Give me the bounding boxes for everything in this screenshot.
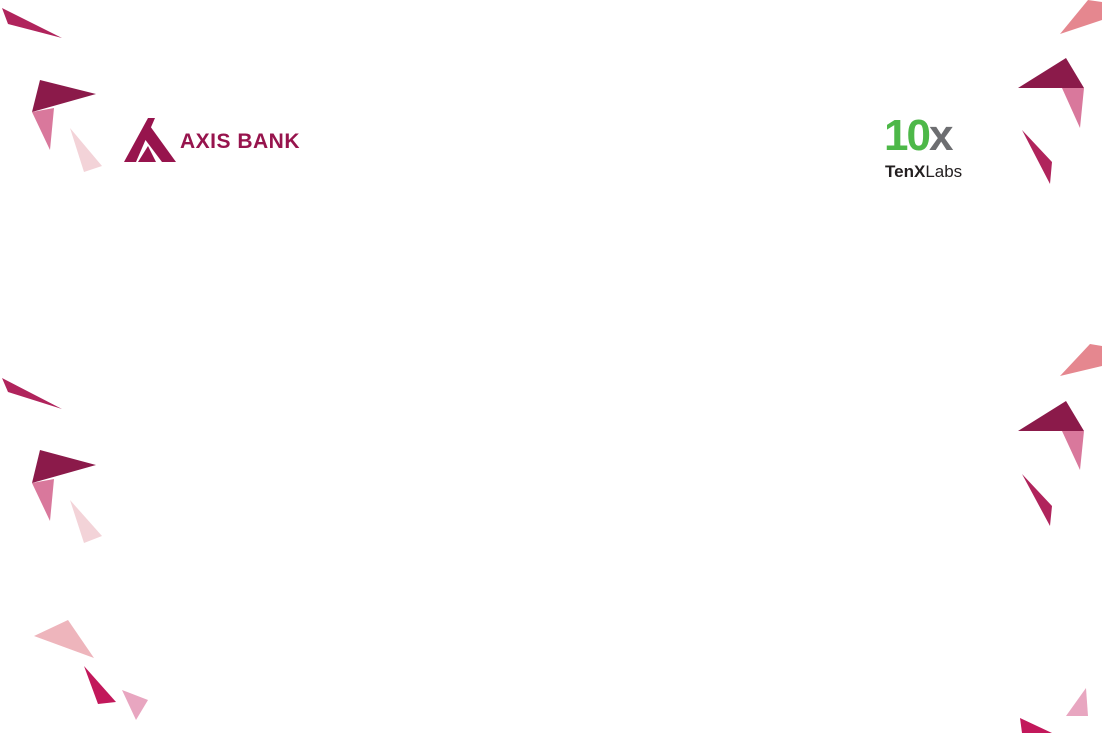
triangle-shard	[1066, 688, 1088, 716]
triangle-shard	[32, 80, 96, 112]
triangle-shard	[2, 378, 62, 409]
triangle-shard	[32, 450, 96, 483]
triangle-shard	[1022, 474, 1052, 526]
triangle-shard	[122, 690, 148, 720]
triangle-shard	[70, 500, 102, 543]
decorative-triangles	[2, 0, 1102, 733]
tenx-mark-digits: 10	[884, 111, 931, 160]
triangle-shard	[32, 479, 54, 521]
axis-bank-wordmark: AXIS BANK	[180, 129, 301, 153]
triangle-shard	[70, 128, 102, 172]
triangle-shard	[1060, 0, 1102, 34]
axis-bank-a-mark-icon	[124, 118, 176, 162]
tenx-wordmark: TenXLabs	[885, 163, 962, 181]
triangle-shard	[1062, 431, 1084, 470]
slide: AXIS BANK 10x TenXLabs	[0, 0, 1102, 733]
triangle-shard	[1018, 58, 1084, 88]
triangle-shard	[1022, 130, 1052, 184]
axis-bank-logo: AXIS BANK	[122, 116, 322, 164]
triangle-shard	[1020, 718, 1052, 733]
tenx-labs-logo: 10x TenXLabs	[884, 114, 976, 184]
triangle-shard	[1060, 344, 1102, 376]
triangle-shard	[84, 666, 116, 704]
triangle-shard	[1018, 401, 1084, 431]
tenx-word-x: X	[913, 162, 926, 181]
triangle-shard	[2, 8, 62, 38]
tenx-mark-letter: x	[928, 111, 954, 160]
triangle-shard	[34, 620, 94, 658]
tenx-word-labs: Labs	[925, 162, 963, 181]
tenx-mark: 10x	[884, 111, 954, 160]
triangle-shard	[32, 108, 54, 150]
triangle-shard	[1062, 88, 1084, 128]
tenx-word-ten: Ten	[885, 162, 914, 181]
